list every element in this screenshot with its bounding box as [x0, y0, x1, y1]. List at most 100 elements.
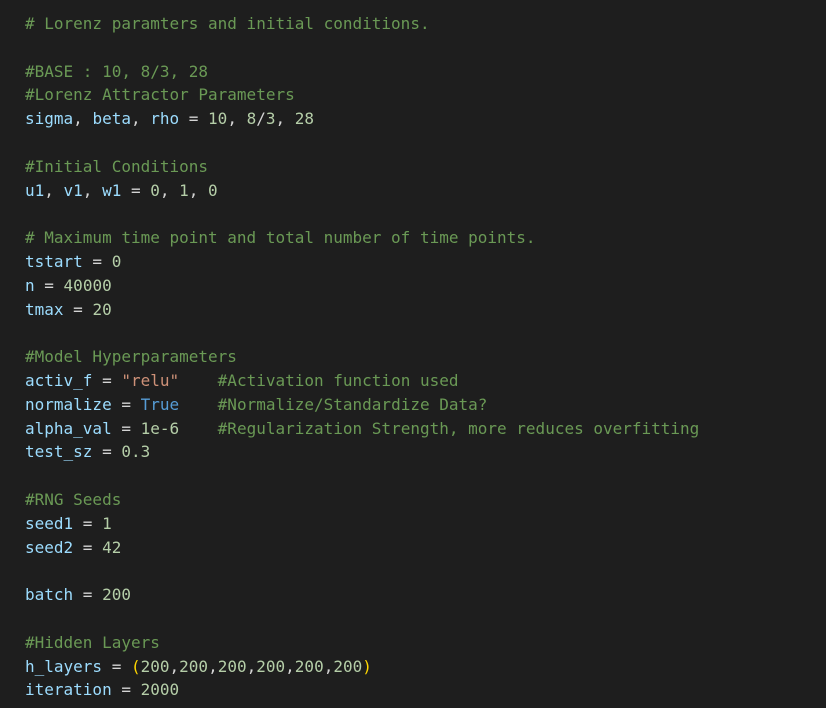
token-default: ,: [323, 656, 334, 676]
code-line: iteration = 2000: [25, 678, 826, 702]
code-line: u1, v1, w1 = 0, 1, 0: [25, 179, 826, 203]
token-default: ,: [285, 656, 295, 676]
token-comment: #RNG Seeds: [25, 489, 122, 509]
token-keyword: True: [140, 394, 180, 414]
token-variable: alpha_val: [25, 418, 112, 438]
token-variable: iteration: [25, 680, 112, 700]
token-variable: test_sz: [25, 442, 93, 462]
token-comment: #Initial Conditions: [25, 156, 209, 176]
token-variable: v1: [63, 180, 83, 200]
token-default: =: [63, 299, 93, 319]
token-comment: #Normalize/Standardize Data?: [217, 394, 488, 414]
code-line: test_sz = 0.3: [25, 440, 826, 464]
token-default: ,: [246, 656, 257, 676]
token-number: 28: [294, 109, 315, 129]
token-variable: w1: [102, 180, 122, 200]
code-line: alpha_val = 1e-6 #Regularization Strengt…: [25, 417, 826, 441]
token-number: 10: [208, 109, 228, 129]
token-number: 1: [179, 180, 189, 200]
token-variable: sigma: [25, 109, 74, 129]
token-default: =: [73, 537, 103, 557]
token-number: 200: [217, 656, 247, 676]
code-line: #RNG Seeds: [25, 488, 826, 512]
token-string: "relu": [121, 370, 180, 390]
token-variable: h_layers: [25, 656, 103, 676]
code-line: # Lorenz paramters and initial condition…: [25, 12, 826, 36]
token-comment: # Lorenz paramters and initial condition…: [25, 14, 430, 33]
token-number: 8: [246, 109, 257, 129]
token-number: 0: [150, 180, 160, 200]
token-default: =: [111, 680, 141, 700]
token-comment: #Regularization Strength, more reduces o…: [217, 418, 700, 438]
token-number: 0: [111, 251, 122, 271]
token-default: ,: [82, 180, 103, 200]
token-default: ,: [275, 109, 295, 129]
token-default: =: [111, 418, 141, 438]
code-line: activ_f = "relu" #Activation function us…: [25, 369, 826, 393]
token-paren: (: [130, 656, 141, 676]
token-variable: seed2: [25, 537, 74, 557]
token-variable: batch: [25, 585, 74, 605]
token-number: 42: [102, 537, 122, 557]
code-line: seed2 = 42: [25, 536, 826, 560]
token-number: 200: [333, 656, 363, 676]
token-default: =: [73, 585, 103, 605]
token-default: [179, 395, 218, 414]
token-number: 3: [265, 109, 276, 129]
token-number: 2000: [140, 680, 180, 700]
token-comment: #Lorenz Attractor Parameters: [25, 85, 295, 105]
code-line: #Lorenz Attractor Parameters: [25, 83, 826, 107]
code-line: tstart = 0: [25, 250, 826, 274]
token-default: ,: [227, 109, 247, 129]
token-number: 200: [294, 656, 324, 676]
code-line: tmax = 20: [25, 298, 826, 322]
token-number: 200: [256, 656, 286, 676]
code-line: #Hidden Layers: [25, 631, 826, 655]
token-default: ,: [130, 109, 151, 129]
token-default: =: [92, 442, 122, 462]
token-variable: beta: [92, 109, 131, 129]
token-variable: rho: [150, 109, 180, 129]
token-comment: #Activation function used: [217, 370, 459, 390]
token-default: =: [92, 370, 122, 390]
token-default: =: [102, 656, 131, 676]
token-variable: n: [25, 275, 35, 295]
token-default: =: [73, 513, 103, 533]
token-default: =: [111, 394, 141, 414]
token-default: ,: [188, 180, 209, 200]
code-line: #BASE : 10, 8/3, 28: [25, 60, 826, 84]
token-number: 0.3: [121, 442, 151, 462]
token-variable: normalize: [25, 394, 112, 414]
token-default: ,: [208, 656, 218, 676]
code-line: #Initial Conditions: [25, 155, 826, 179]
token-comment: # Maximum time point and total number of…: [25, 228, 536, 248]
code-line: normalize = True #Normalize/Standardize …: [25, 393, 826, 417]
token-default: =: [179, 109, 209, 129]
token-default: [179, 371, 218, 390]
token-number: 200: [102, 585, 131, 605]
token-variable: tmax: [25, 299, 64, 319]
token-number: 1e-6: [140, 418, 180, 438]
token-number: 20: [92, 299, 112, 319]
token-variable: tstart: [25, 251, 83, 271]
token-variable: activ_f: [25, 370, 93, 390]
token-default: =: [121, 180, 151, 200]
token-number: 200: [179, 656, 209, 676]
code-editor[interactable]: # Lorenz paramters and initial condition…: [25, 12, 826, 702]
token-default: ,: [44, 180, 64, 200]
token-default: /: [256, 109, 266, 129]
token-default: ,: [169, 656, 180, 676]
code-line: # Maximum time point and total number of…: [25, 226, 826, 250]
token-number: 40000: [63, 275, 112, 295]
code-line: n = 40000: [25, 274, 826, 298]
token-default: =: [82, 251, 112, 271]
code-line: #Model Hyperparameters: [25, 345, 826, 369]
token-default: =: [34, 275, 64, 295]
token-variable: u1: [25, 180, 45, 200]
token-default: ,: [73, 109, 93, 129]
